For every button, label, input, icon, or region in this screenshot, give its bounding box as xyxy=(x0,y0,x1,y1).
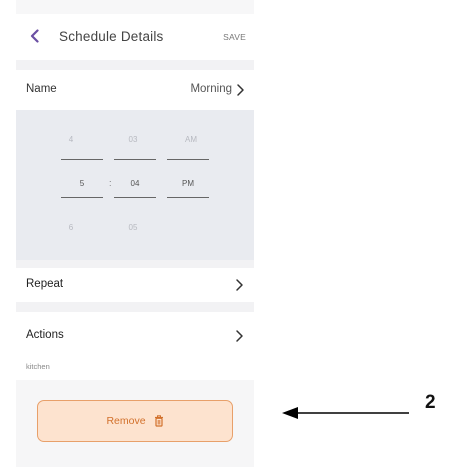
chevron-right-icon xyxy=(237,84,244,96)
minute-above[interactable]: 03 xyxy=(118,135,148,144)
app-header: Schedule Details SAVE xyxy=(16,14,254,60)
back-button[interactable] xyxy=(26,26,42,46)
name-label: Name xyxy=(26,83,57,95)
time-separator: : xyxy=(109,178,112,188)
chevron-left-icon xyxy=(30,29,39,43)
minute-below[interactable]: 05 xyxy=(118,223,148,232)
actions-subtitle: kitchen xyxy=(26,362,50,371)
hour-selected[interactable]: 5 xyxy=(67,179,97,188)
remove-section: Remove xyxy=(16,380,254,467)
name-row[interactable]: Name Morning xyxy=(16,70,254,110)
ampm-divider-bottom xyxy=(167,197,209,198)
phone-screen: Schedule Details SAVE Name Morning 4 5 6… xyxy=(16,0,254,467)
hour-above[interactable]: 4 xyxy=(56,135,86,144)
remove-button[interactable]: Remove xyxy=(37,400,233,442)
actions-label: Actions xyxy=(26,329,64,341)
name-value: Morning xyxy=(190,83,232,95)
minute-divider-bottom xyxy=(114,197,156,198)
time-picker: 4 5 6 : 03 04 05 AM PM xyxy=(16,110,254,260)
trash-icon xyxy=(154,415,163,427)
repeat-row[interactable]: Repeat xyxy=(16,268,254,302)
remove-label: Remove xyxy=(106,415,146,427)
hour-divider-top xyxy=(61,159,103,160)
chevron-right-icon xyxy=(236,279,243,291)
save-button[interactable]: SAVE xyxy=(223,32,246,42)
actions-row[interactable]: Actions kitchen xyxy=(16,312,254,380)
minute-selected[interactable]: 04 xyxy=(120,179,150,188)
hour-divider-bottom xyxy=(61,197,103,198)
chevron-right-icon xyxy=(236,330,243,342)
repeat-label: Repeat xyxy=(26,278,64,290)
page-title: Schedule Details xyxy=(59,29,164,44)
annotation-label: 2 xyxy=(425,392,436,413)
minute-divider-top xyxy=(114,159,156,160)
ampm-selected[interactable]: PM xyxy=(173,179,203,188)
annotation-arrow-icon xyxy=(282,407,409,419)
ampm-above[interactable]: AM xyxy=(176,135,206,144)
status-strip xyxy=(16,0,254,14)
ampm-divider-top xyxy=(167,159,209,160)
hour-below[interactable]: 6 xyxy=(56,223,86,232)
